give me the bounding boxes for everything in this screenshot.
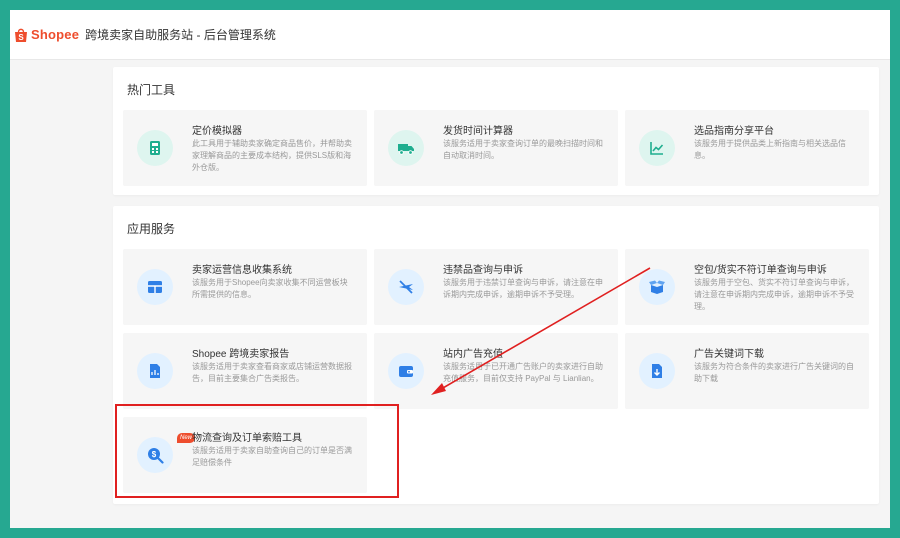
card-description: 该服务用于违禁订单查询与申诉，请注意在申诉期内完成申诉，逾期申诉不予受理。 <box>443 278 603 299</box>
money-search-icon: $ <box>137 437 173 473</box>
card-description: 该服务适用于卖家查询订单的最晚扫描时间和自动取消时间。 <box>443 139 603 160</box>
shopping-bag-icon: S <box>15 28 27 42</box>
card-title: 选品指南分享平台 <box>694 126 774 137</box>
hot-tools-section: 热门工具 定价模拟器 此工具用于辅助卖家确定商品售价，并帮助卖家理解商品的主要成… <box>113 67 879 195</box>
card-title: 广告关键词下载 <box>694 349 764 360</box>
app-window: S Shopee 跨境卖家自助服务站 - 后台管理系统 热门工具 定价模拟器 此… <box>10 10 890 528</box>
card-title: 物流查询及订单索赔工具 <box>192 433 302 444</box>
trend-chart-icon <box>639 130 675 166</box>
report-document-icon <box>137 353 173 389</box>
card-description: 该服务适用于卖家自助查询自己的订单是否满足赔偿条件 <box>192 446 352 467</box>
card-title: 定价模拟器 <box>192 126 242 137</box>
shopee-logo[interactable]: S Shopee <box>14 27 79 43</box>
card-description: 该服务用于Shopee向卖家收集不同运营板块所需提供的信息。 <box>192 278 348 299</box>
calculator-icon <box>137 130 173 166</box>
card-title: 卖家运营信息收集系统 <box>192 265 292 276</box>
card-description: 该服务用于空包、货实不符订单查询与申诉，请注意在申诉期内完成申诉，逾期申诉不予受… <box>694 278 854 311</box>
card-description: 此工具用于辅助卖家确定商品售价，并帮助卖家理解商品的主要成本结构，提供SLS版和… <box>192 139 352 172</box>
service-card-empty-package-appeal[interactable]: 空包/货实不符订单查询与申诉 该服务用于空包、货实不符订单查询与申诉，请注意在申… <box>625 249 869 325</box>
page-title: 跨境卖家自助服务站 - 后台管理系统 <box>85 28 276 42</box>
prohibited-plane-icon <box>388 269 424 305</box>
app-services-section: 应用服务 卖家运营信息收集系统 该服务用于Shopee向卖家收集不同运营板块所需… <box>113 206 879 504</box>
section-title-hot-tools: 热门工具 <box>127 83 176 97</box>
card-title: 空包/货实不符订单查询与申诉 <box>694 265 827 276</box>
service-card-seller-info-collection[interactable]: 卖家运营信息收集系统 该服务用于Shopee向卖家收集不同运营板块所需提供的信息… <box>123 249 367 325</box>
service-card-prohibited-items-appeal[interactable]: 违禁品查询与申诉 该服务用于违禁订单查询与申诉，请注意在申诉期内完成申诉，逾期申… <box>374 249 618 325</box>
service-card-ad-keyword-download[interactable]: 广告关键词下载 该服务为符合条件的卖家进行广告关键词的自助下载 <box>625 333 869 409</box>
open-box-icon <box>639 269 675 305</box>
service-card-ad-recharge[interactable]: 站内广告充值 该服务适用于已开通广告账户的卖家进行自助充值服务，目前仅支持 Pa… <box>374 333 618 409</box>
service-card-seller-report[interactable]: Shopee 跨境卖家报告 该服务适用于卖家查看商家或店铺运营数据报告，目前主要… <box>123 333 367 409</box>
top-header: S Shopee 跨境卖家自助服务站 - 后台管理系统 <box>10 10 890 60</box>
card-description: 该服务适用于卖家查看商家或店铺运营数据报告，目前主要集合广告类报告。 <box>192 362 352 383</box>
tool-card-pricing-simulator[interactable]: 定价模拟器 此工具用于辅助卖家确定商品售价，并帮助卖家理解商品的主要成本结构，提… <box>123 110 367 186</box>
card-title: 站内广告充值 <box>443 349 503 360</box>
card-title: 发货时间计算器 <box>443 126 513 137</box>
wallet-icon <box>388 353 424 389</box>
card-description: 该服务适用于已开通广告账户的卖家进行自助充值服务，目前仅支持 PayPal 与 … <box>443 362 603 383</box>
tool-card-shipping-time-calculator[interactable]: 发货时间计算器 该服务适用于卖家查询订单的最晚扫描时间和自动取消时间。 <box>374 110 618 186</box>
svg-text:S: S <box>18 33 24 42</box>
svg-text:$: $ <box>152 450 157 459</box>
logo-text: Shopee <box>31 27 80 42</box>
download-file-icon <box>639 353 675 389</box>
card-title: Shopee 跨境卖家报告 <box>192 349 290 360</box>
card-description: 该服务为符合条件的卖家进行广告关键词的自助下载 <box>694 362 854 383</box>
service-card-logistics-claim-tool[interactable]: $ New 物流查询及订单索赔工具 该服务适用于卖家自助查询自己的订单是否满足赔… <box>123 417 367 493</box>
card-description: 该服务用于提供品类上新指南与相关选品信息。 <box>694 139 846 160</box>
tool-card-product-selection-guide[interactable]: 选品指南分享平台 该服务用于提供品类上新指南与相关选品信息。 <box>625 110 869 186</box>
card-title: 违禁品查询与申诉 <box>443 265 523 276</box>
truck-icon <box>388 130 424 166</box>
section-title-app-services: 应用服务 <box>127 222 176 236</box>
grid-table-icon <box>137 269 173 305</box>
